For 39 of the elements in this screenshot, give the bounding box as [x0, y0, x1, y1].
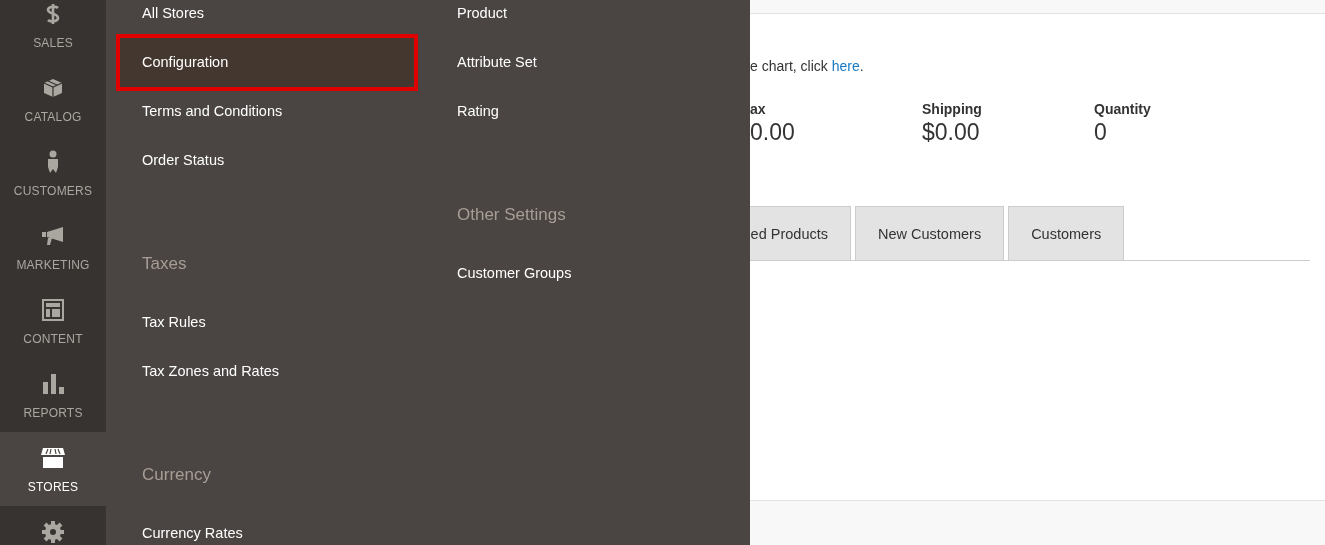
menu-item[interactable]: Tax Zones and Rates — [120, 347, 414, 396]
sidebar-item[interactable]: CUSTOMERS — [0, 136, 106, 210]
stat-label: Quantity — [1094, 101, 1152, 117]
menu-item[interactable]: Product — [435, 0, 729, 38]
bar-chart-icon — [42, 374, 64, 394]
menu-item[interactable]: Order Status — [120, 136, 414, 185]
tab[interactable]: Customers — [1008, 206, 1125, 260]
menu-heading: Taxes — [141, 253, 188, 275]
menu-heading: Currency — [141, 464, 212, 486]
stat-label: ax — [750, 101, 767, 117]
sidebar-item[interactable]: MARKETING — [0, 210, 106, 284]
stat-value: 0.00 — [750, 119, 796, 146]
settings-icon[interactable] — [41, 520, 65, 544]
menu-item[interactable]: Rating — [435, 87, 729, 136]
chart-hint: e chart, click here. — [750, 58, 865, 76]
menu-item[interactable]: Currency Rates — [120, 509, 414, 545]
sidebar-item[interactable]: CONTENT — [0, 284, 106, 358]
tab[interactable]: ed Products — [750, 206, 851, 260]
box-icon — [43, 78, 63, 98]
menu-heading: Other Settings — [456, 204, 567, 226]
layout-icon — [42, 299, 64, 321]
menu-item[interactable]: Attribute Set — [435, 38, 729, 87]
here-link[interactable]: here — [831, 58, 860, 74]
stat-value: $0.00 — [922, 119, 981, 146]
menu-item[interactable]: Tax Rules — [120, 298, 414, 347]
storefront-icon — [40, 447, 66, 469]
tab[interactable]: New Customers — [855, 206, 1005, 260]
menu-item[interactable]: All Stores — [120, 0, 414, 38]
megaphone-icon — [41, 226, 65, 246]
dollar-icon — [46, 3, 60, 25]
sidebar-item[interactable]: SALES — [0, 0, 106, 62]
menu-item[interactable]: Terms and Conditions — [120, 87, 414, 136]
sidebar-item[interactable]: CATALOG — [0, 62, 106, 136]
person-icon — [47, 150, 59, 174]
menu-item[interactable]: Customer Groups — [435, 249, 729, 298]
sidebar-item[interactable]: REPORTS — [0, 358, 106, 432]
sidebar-item[interactable]: STORES — [0, 432, 106, 506]
stat-value: 0 — [1094, 119, 1108, 146]
stat-label: Shipping — [922, 101, 983, 117]
